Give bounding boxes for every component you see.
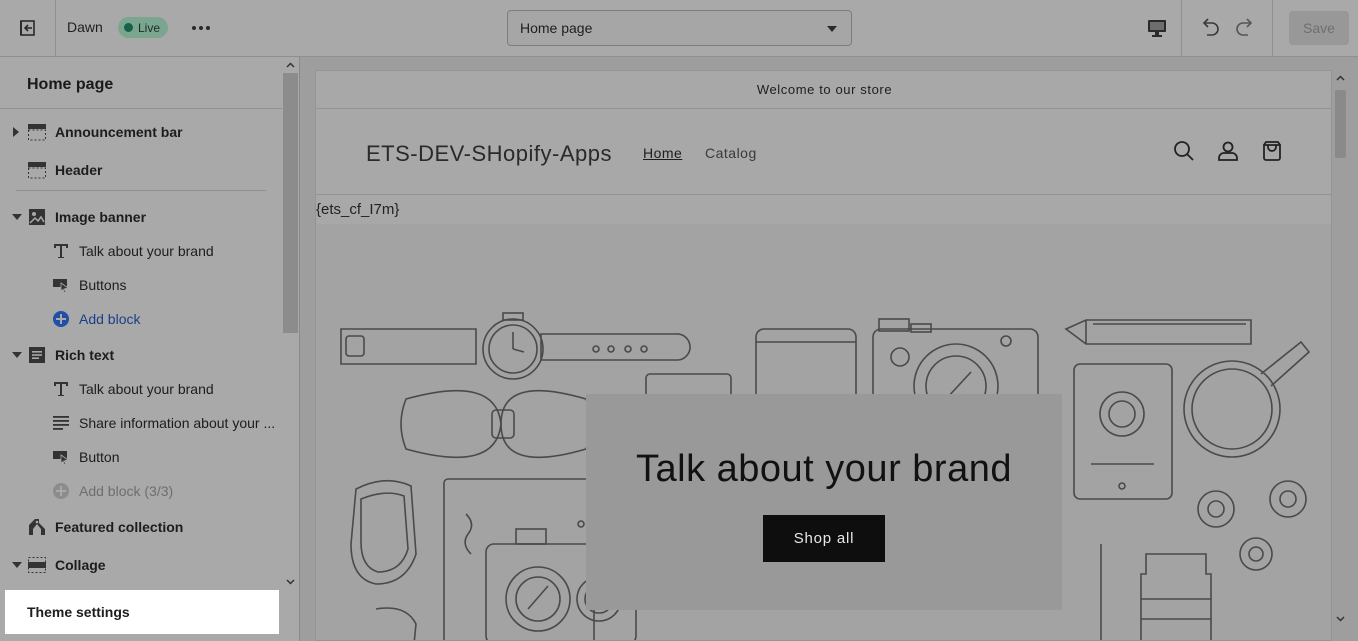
section-label: Rich text (55, 347, 115, 363)
section-label: Collage (55, 557, 106, 573)
text-icon (51, 242, 71, 260)
collage-icon (27, 556, 47, 574)
divider (0, 108, 282, 109)
add-icon (51, 482, 71, 500)
add-block-button-disabled: Add block (3/3) (0, 474, 282, 508)
block-heading[interactable]: Talk about your brand (0, 234, 282, 268)
section-label: Featured collection (55, 519, 184, 535)
live-badge: Live (118, 17, 169, 38)
nav-link-home[interactable]: Home (643, 145, 682, 161)
scroll-up-icon[interactable] (1336, 74, 1345, 83)
toolbar-divider (1272, 0, 1273, 56)
sidebar-scrollbar[interactable] (282, 57, 299, 641)
page-select[interactable]: Home page (507, 10, 852, 46)
preview-scrollbar[interactable] (1332, 70, 1349, 641)
section-label: Header (55, 162, 103, 178)
undo-icon (1202, 18, 1219, 36)
store-preview-frame: Welcome to our store ETS-DEV-SHopify-App… (315, 70, 1332, 641)
button-icon (51, 276, 71, 294)
block-button[interactable]: Button (0, 440, 282, 474)
divider (16, 190, 266, 191)
account-icon[interactable] (1216, 139, 1240, 163)
redo-icon (1236, 18, 1253, 36)
button-icon (51, 448, 71, 466)
search-icon[interactable] (1172, 139, 1196, 163)
announcement-bar-icon (27, 123, 47, 141)
more-icon (192, 26, 210, 30)
cart-icon[interactable] (1260, 139, 1284, 163)
page-select-value: Home page (520, 20, 593, 36)
banner-content-box: Talk about your brand Shop all (586, 394, 1062, 610)
block-label: Talk about your brand (79, 381, 214, 397)
announcement-bar: Welcome to our store (316, 71, 1331, 109)
text-icon (51, 380, 71, 398)
sidebar: Home page Announcement bar Header Image … (0, 57, 300, 641)
section-header[interactable]: Header (0, 153, 282, 187)
section-announcement-bar[interactable]: Announcement bar (0, 115, 282, 149)
block-label: Button (79, 449, 120, 465)
device-preview-button[interactable] (1132, 0, 1182, 56)
more-actions-button[interactable] (188, 17, 214, 39)
exit-icon (19, 20, 35, 36)
scrollbar-thumb[interactable] (283, 73, 298, 333)
tag-icon (27, 518, 47, 536)
save-button[interactable]: Save (1289, 11, 1349, 45)
section-collage[interactable]: Collage (0, 548, 282, 582)
chevron-down-icon[interactable] (12, 562, 22, 568)
scroll-down-icon[interactable] (286, 577, 295, 586)
rich-text-icon (27, 346, 47, 364)
scroll-down-icon[interactable] (1336, 614, 1345, 623)
theme-name: Dawn (67, 19, 103, 35)
block-label: Buttons (79, 277, 127, 293)
image-icon (27, 208, 47, 226)
block-label: Add block (79, 311, 141, 327)
live-badge-label: Live (138, 20, 161, 35)
header-icon (27, 161, 47, 179)
store-header: ETS-DEV-SHopify-Apps Home Catalog (316, 109, 1331, 195)
paragraph-icon (51, 414, 71, 432)
theme-settings-button[interactable]: Theme settings (5, 590, 279, 634)
live-dot-icon (124, 23, 133, 32)
section-featured-collection[interactable]: Featured collection (0, 510, 282, 544)
exit-button[interactable] (0, 0, 56, 56)
add-block-button[interactable]: Add block (0, 302, 282, 336)
preview-area: Welcome to our store ETS-DEV-SHopify-App… (300, 57, 1358, 641)
block-buttons[interactable]: Buttons (0, 268, 282, 302)
section-label: Image banner (55, 209, 147, 225)
section-rich-text[interactable]: Rich text (0, 338, 282, 372)
top-bar: Dawn Live Home page Save (0, 0, 1358, 57)
block-heading[interactable]: Talk about your brand (0, 372, 282, 406)
block-text[interactable]: Share information about your ... (0, 406, 282, 440)
desktop-icon (1147, 20, 1166, 37)
shortcode-text: {ets_cf_I7m} (316, 201, 400, 218)
section-label: Announcement bar (55, 124, 183, 140)
sidebar-title: Home page (27, 76, 114, 93)
scrollbar-thumb[interactable] (1335, 90, 1346, 158)
section-image-banner[interactable]: Image banner (0, 200, 282, 234)
chevron-down-icon[interactable] (12, 214, 22, 220)
chevron-right-icon[interactable] (13, 127, 19, 137)
theme-settings-label: Theme settings (27, 604, 130, 620)
block-label: Share information about your ... (79, 415, 276, 431)
image-banner: Talk about your brand Shop all (316, 224, 1331, 640)
block-label: Add block (3/3) (79, 483, 174, 499)
shop-all-button[interactable]: Shop all (763, 515, 885, 562)
nav-link-catalog[interactable]: Catalog (705, 145, 757, 161)
chevron-down-icon (827, 26, 837, 32)
add-icon (51, 310, 71, 328)
store-name-link[interactable]: ETS-DEV-SHopify-Apps (366, 141, 612, 167)
scroll-up-icon[interactable] (286, 61, 295, 70)
chevron-down-icon[interactable] (12, 352, 22, 358)
banner-heading: Talk about your brand (636, 448, 1012, 490)
undo-button[interactable] (1195, 15, 1223, 41)
redo-button[interactable] (1232, 15, 1260, 41)
block-label: Talk about your brand (79, 243, 214, 259)
